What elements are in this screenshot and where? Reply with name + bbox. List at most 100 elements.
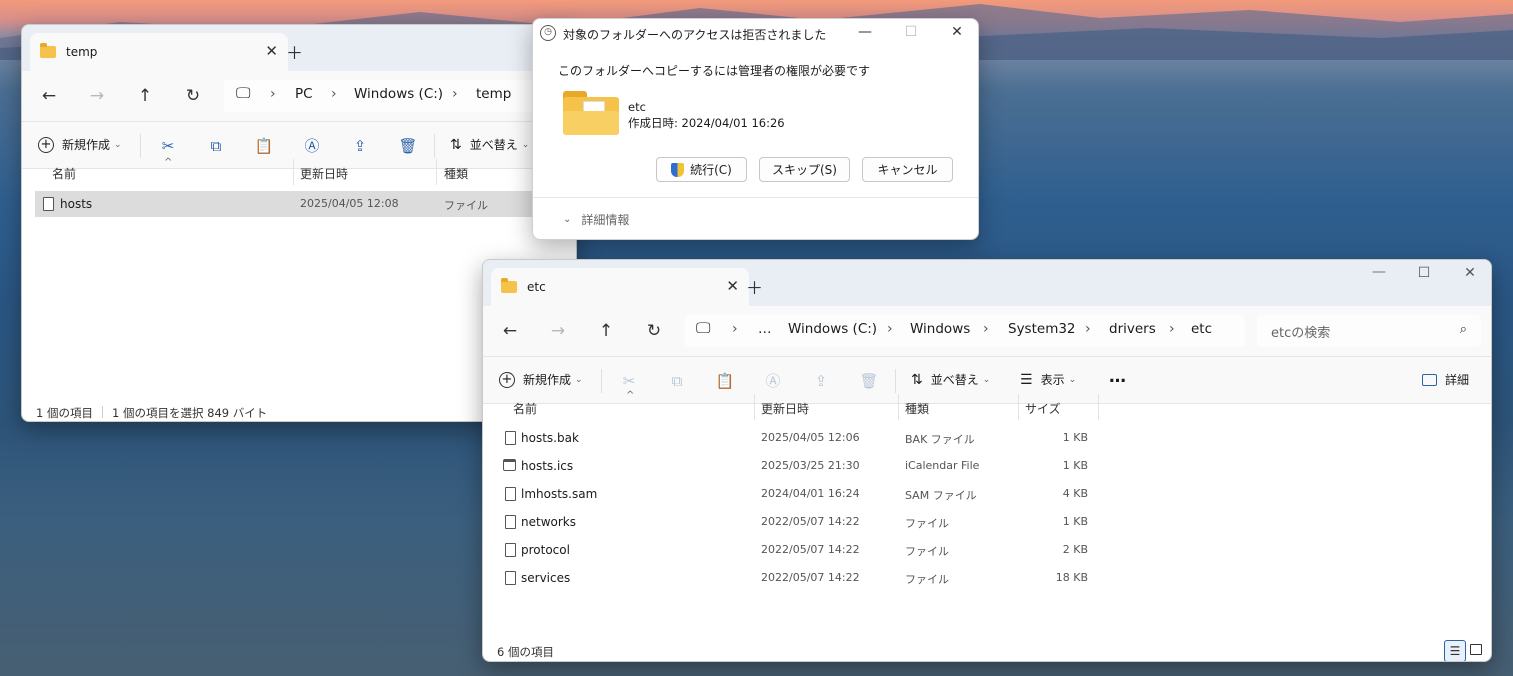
file-size: 18 KB <box>1055 571 1088 584</box>
column-divider[interactable] <box>898 394 899 420</box>
view-button[interactable]: ☰ 表示 ⌄ <box>1020 371 1076 388</box>
up-icon[interactable]: ↑ <box>595 320 617 342</box>
skip-button[interactable]: スキップ(S) <box>759 157 850 182</box>
file-modified: 2022/05/07 14:22 <box>761 515 860 528</box>
details-view-icon[interactable]: ☰ <box>1444 640 1466 661</box>
up-icon[interactable]: ↑ <box>134 85 156 107</box>
paste-icon[interactable]: 📋 <box>254 136 274 156</box>
column-header-modified[interactable]: 更新日時 <box>761 400 809 417</box>
chevron-right-icon[interactable]: › <box>331 86 337 102</box>
copy-icon[interactable]: ⧉ <box>206 136 226 156</box>
breadcrumb-windows[interactable]: Windows <box>910 321 970 337</box>
tab-label: etc <box>527 280 546 294</box>
file-row[interactable]: protocol 2022/05/07 14:22 ファイル 2 KB <box>496 537 1096 563</box>
close-tab-icon[interactable]: ✕ <box>726 278 739 294</box>
column-header-modified[interactable]: 更新日時 <box>300 165 348 182</box>
chevron-right-icon[interactable]: › <box>1169 321 1175 337</box>
chevron-right-icon[interactable]: › <box>1085 321 1091 337</box>
column-divider[interactable] <box>754 394 755 420</box>
sort-button[interactable]: ⇅ 並べ替え ⌄ <box>911 371 990 388</box>
refresh-icon[interactable]: ↻ <box>182 85 204 107</box>
column-header-type[interactable]: 種類 <box>905 400 929 417</box>
rename-icon[interactable]: Ⓐ <box>302 136 322 156</box>
continue-button[interactable]: 続行(C) <box>656 157 747 182</box>
file-row[interactable]: hosts.bak 2025/04/05 12:06 BAK ファイル 1 KB <box>496 425 1096 451</box>
forward-icon[interactable]: → <box>86 85 108 107</box>
breadcrumb-etc[interactable]: etc <box>1191 321 1212 337</box>
back-icon[interactable]: ← <box>499 320 521 342</box>
column-header-name[interactable]: 名前 <box>52 165 76 182</box>
tab-etc[interactable]: etc ✕ <box>491 268 749 306</box>
file-row[interactable]: networks 2022/05/07 14:22 ファイル 1 KB <box>496 509 1096 535</box>
file-row[interactable]: hosts 2025/04/05 12:08 ファイル <box>35 191 576 217</box>
file-icon <box>505 543 516 557</box>
column-divider[interactable] <box>293 159 294 185</box>
breadcrumb-overflow[interactable]: … <box>758 321 772 337</box>
breadcrumb-drive[interactable]: Windows (C:) <box>788 321 877 337</box>
close-icon[interactable]: ✕ <box>947 24 967 40</box>
maximize-icon[interactable]: ☐ <box>1414 265 1434 281</box>
cancel-button[interactable]: キャンセル <box>862 157 953 182</box>
file-name: networks <box>521 515 576 529</box>
delete-icon[interactable]: 🗑 <box>398 136 418 156</box>
rename-icon[interactable]: Ⓐ <box>763 371 783 391</box>
close-icon[interactable]: ✕ <box>1460 265 1480 281</box>
details-toggle[interactable]: ⌄ 詳細情報 <box>563 211 629 228</box>
new-button[interactable]: + 新規作成 ⌄ <box>38 136 122 153</box>
column-divider[interactable] <box>436 159 437 185</box>
file-modified: 2022/05/07 14:22 <box>761 543 860 556</box>
access-denied-dialog: ◷ 対象のフォルダーへのアクセスは拒否されました — ☐ ✕ このフォルダーへコ… <box>532 18 979 240</box>
breadcrumb-temp[interactable]: temp <box>476 86 511 102</box>
chevron-right-icon[interactable]: › <box>452 86 458 102</box>
chevron-right-icon[interactable]: › <box>732 321 738 337</box>
file-type: ファイル <box>905 545 949 558</box>
share-icon[interactable]: ⇪ <box>350 136 370 156</box>
breadcrumb-drivers[interactable]: drivers <box>1109 321 1156 337</box>
maximize-icon[interactable]: ☐ <box>901 24 921 40</box>
continue-label: 続行(C) <box>690 163 732 177</box>
share-icon[interactable]: ⇪ <box>811 371 831 391</box>
cut-icon[interactable]: ✂ <box>619 371 639 391</box>
chevron-right-icon[interactable]: › <box>270 86 276 102</box>
chevron-down-icon: ⌄ <box>1068 374 1077 385</box>
search-input[interactable]: etcの検索 ⌕ <box>1257 315 1481 347</box>
breadcrumb-drive[interactable]: Windows (C:) <box>354 86 443 102</box>
new-button[interactable]: + 新規作成 ⌄ <box>499 371 583 388</box>
file-row[interactable]: lmhosts.sam 2024/04/01 16:24 SAM ファイル 4 … <box>496 481 1096 507</box>
breadcrumb-pc[interactable]: PC <box>295 86 313 102</box>
chevron-right-icon[interactable]: › <box>887 321 893 337</box>
clock-icon: ◷ <box>540 25 556 41</box>
view-icon: ☰ <box>1020 371 1033 388</box>
file-size: 1 KB <box>1062 431 1088 444</box>
back-icon[interactable]: ← <box>38 85 60 107</box>
forward-icon[interactable]: → <box>547 320 569 342</box>
details-pane-button[interactable]: 詳細 <box>1422 371 1469 388</box>
column-header-type[interactable]: 種類 <box>444 165 468 182</box>
sort-ascending-icon: ^ <box>626 390 635 401</box>
sort-button[interactable]: ⇅ 並べ替え ⌄ <box>450 136 529 153</box>
close-tab-icon[interactable]: ✕ <box>265 43 278 59</box>
divider <box>601 369 602 393</box>
breadcrumb-system32[interactable]: System32 <box>1008 321 1076 337</box>
paste-icon[interactable]: 📋 <box>715 371 735 391</box>
refresh-icon[interactable]: ↻ <box>643 320 665 342</box>
cut-icon[interactable]: ✂ <box>158 136 178 156</box>
column-header-size[interactable]: サイズ <box>1025 400 1061 417</box>
column-divider[interactable] <box>1098 394 1099 420</box>
minimize-icon[interactable]: — <box>855 24 875 40</box>
file-row[interactable]: services 2022/05/07 14:22 ファイル 18 KB <box>496 565 1096 591</box>
new-tab-icon[interactable]: ＋ <box>286 39 303 64</box>
copy-icon[interactable]: ⧉ <box>667 371 687 391</box>
file-icon <box>43 197 54 211</box>
new-tab-icon[interactable]: ＋ <box>746 274 763 299</box>
pc-icon: 🖵 <box>696 319 711 337</box>
column-divider[interactable] <box>1018 394 1019 420</box>
file-row[interactable]: hosts.ics 2025/03/25 21:30 iCalendar Fil… <box>496 453 1096 479</box>
column-header-name[interactable]: 名前 <box>513 400 537 417</box>
tiles-view-icon[interactable] <box>1470 644 1482 655</box>
tab-temp[interactable]: temp ✕ <box>30 33 288 71</box>
minimize-icon[interactable]: — <box>1369 264 1389 280</box>
delete-icon[interactable]: 🗑 <box>859 371 879 391</box>
more-options-button[interactable]: … <box>1109 367 1126 387</box>
chevron-right-icon[interactable]: › <box>983 321 989 337</box>
